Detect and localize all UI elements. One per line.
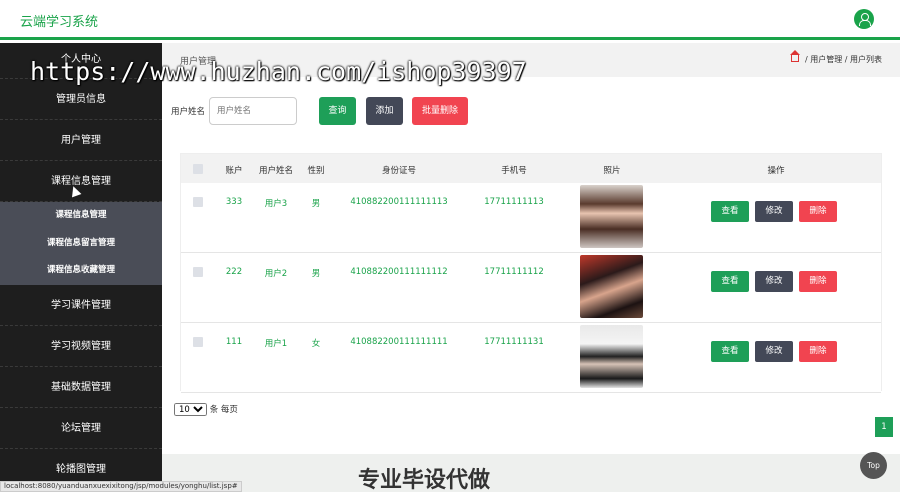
edit-button[interactable]: 修改 [755, 201, 793, 222]
search-label: 用户姓名 [171, 107, 206, 117]
row-checkbox[interactable] [193, 197, 203, 207]
cell-id-number: 410882200111111112 [350, 267, 448, 277]
query-button[interactable]: 查询 [319, 97, 356, 125]
user-photo [580, 255, 643, 318]
sidebar-item-videos[interactable]: 学习视频管理 [0, 326, 162, 367]
row-checkbox[interactable] [193, 267, 203, 277]
row-checkbox[interactable] [193, 337, 203, 347]
cell-id-number: 410882200111111111 [350, 337, 448, 347]
promo-text: 专业毕设代做 [358, 468, 491, 492]
back-to-top-button[interactable]: Top [860, 452, 887, 479]
cell-phone: 17711111131 [484, 337, 544, 347]
sidebar-item-courseware[interactable]: 学习课件管理 [0, 285, 162, 326]
cell-phone: 17711111112 [484, 267, 544, 277]
home-icon[interactable] [790, 50, 801, 62]
table-row: 111 用户1 女 410882200111111111 17711111131… [181, 323, 881, 393]
breadcrumb-item: 用户列表 [850, 55, 882, 64]
breadcrumb-item[interactable]: 用户管理 [810, 55, 842, 64]
col-actions: 操作 [767, 166, 785, 176]
delete-button[interactable]: 删除 [799, 341, 837, 362]
watermark-text: https://www.huzhan.com/ishop39397 [30, 57, 527, 86]
sidebar: 个人中心 管理员信息 用户管理 课程信息管理 课程信息管理 课程信息留言管理 课… [0, 43, 162, 492]
cell-gender: 男 [311, 199, 321, 209]
cell-name: 用户2 [264, 269, 288, 279]
table-row: 333 用户3 男 410882200111111113 17711111113… [181, 183, 881, 253]
col-photo: 照片 [603, 166, 621, 176]
cell-phone: 17711111113 [484, 197, 544, 207]
submenu-item-course-comments[interactable]: 课程信息留言管理 [0, 230, 162, 258]
select-all-checkbox[interactable] [193, 164, 203, 174]
user-avatar-icon[interactable] [854, 9, 874, 29]
table-header: 账户 用户姓名 性别 身份证号 手机号 照片 操作 [181, 154, 881, 183]
user-photo [580, 325, 643, 388]
view-button[interactable]: 查看 [711, 271, 749, 292]
sidebar-item-user-management[interactable]: 用户管理 [0, 120, 162, 161]
submenu-item-course-favorites[interactable]: 课程信息收藏管理 [0, 257, 162, 285]
delete-button[interactable]: 删除 [799, 271, 837, 292]
cell-gender: 女 [311, 339, 321, 349]
submenu-item-course-info[interactable]: 课程信息管理 [0, 202, 162, 230]
bottom-banner: 专业毕设代做 [162, 454, 900, 492]
col-id-number: 身份证号 [381, 166, 416, 176]
batch-delete-button[interactable]: 批量删除 [412, 97, 468, 125]
add-button[interactable]: 添加 [366, 97, 403, 125]
page-size-label: 条 每页 [209, 405, 238, 415]
cell-gender: 男 [311, 269, 321, 279]
page-size-select[interactable]: 10 [174, 403, 207, 416]
cell-account: 222 [225, 267, 243, 277]
edit-button[interactable]: 修改 [755, 271, 793, 292]
sidebar-item-course-management[interactable]: 课程信息管理 [0, 161, 162, 202]
view-button[interactable]: 查看 [711, 341, 749, 362]
cell-account: 333 [225, 197, 243, 207]
app-title: 云端学习系统 [20, 15, 99, 30]
col-name: 用户姓名 [258, 166, 293, 176]
cell-name: 用户1 [264, 339, 288, 349]
page-size-control: 10 条 每页 [174, 403, 238, 416]
browser-status-url: localhost:8080/yuanduanxuexixitong/jsp/m… [0, 481, 242, 492]
col-phone: 手机号 [501, 166, 527, 176]
view-button[interactable]: 查看 [711, 201, 749, 222]
sidebar-item-base-data[interactable]: 基础数据管理 [0, 367, 162, 408]
table-row: 222 用户2 男 410882200111111112 17711111112… [181, 253, 881, 323]
delete-button[interactable]: 删除 [799, 201, 837, 222]
cell-account: 111 [225, 337, 243, 347]
col-gender: 性别 [307, 166, 325, 176]
sidebar-submenu: 课程信息管理 课程信息留言管理 课程信息收藏管理 [0, 202, 162, 285]
cell-id-number: 410882200111111113 [350, 197, 448, 207]
col-account: 账户 [225, 166, 243, 176]
sidebar-item-forum[interactable]: 论坛管理 [0, 408, 162, 449]
main-content: 用户管理 / 用户管理 / 用户列表 用户姓名 查询 添加 批量删除 账户 用户… [162, 43, 900, 492]
cell-name: 用户3 [264, 199, 288, 209]
name-search-input[interactable] [209, 97, 297, 125]
breadcrumb: / 用户管理 / 用户列表 [790, 50, 882, 65]
user-photo [580, 185, 643, 248]
page-button-current[interactable]: 1 [875, 417, 893, 437]
top-header: 云端学习系统 [0, 0, 900, 40]
user-table: 账户 用户姓名 性别 身份证号 手机号 照片 操作 333 用户3 男 4108… [180, 153, 882, 393]
edit-button[interactable]: 修改 [755, 341, 793, 362]
